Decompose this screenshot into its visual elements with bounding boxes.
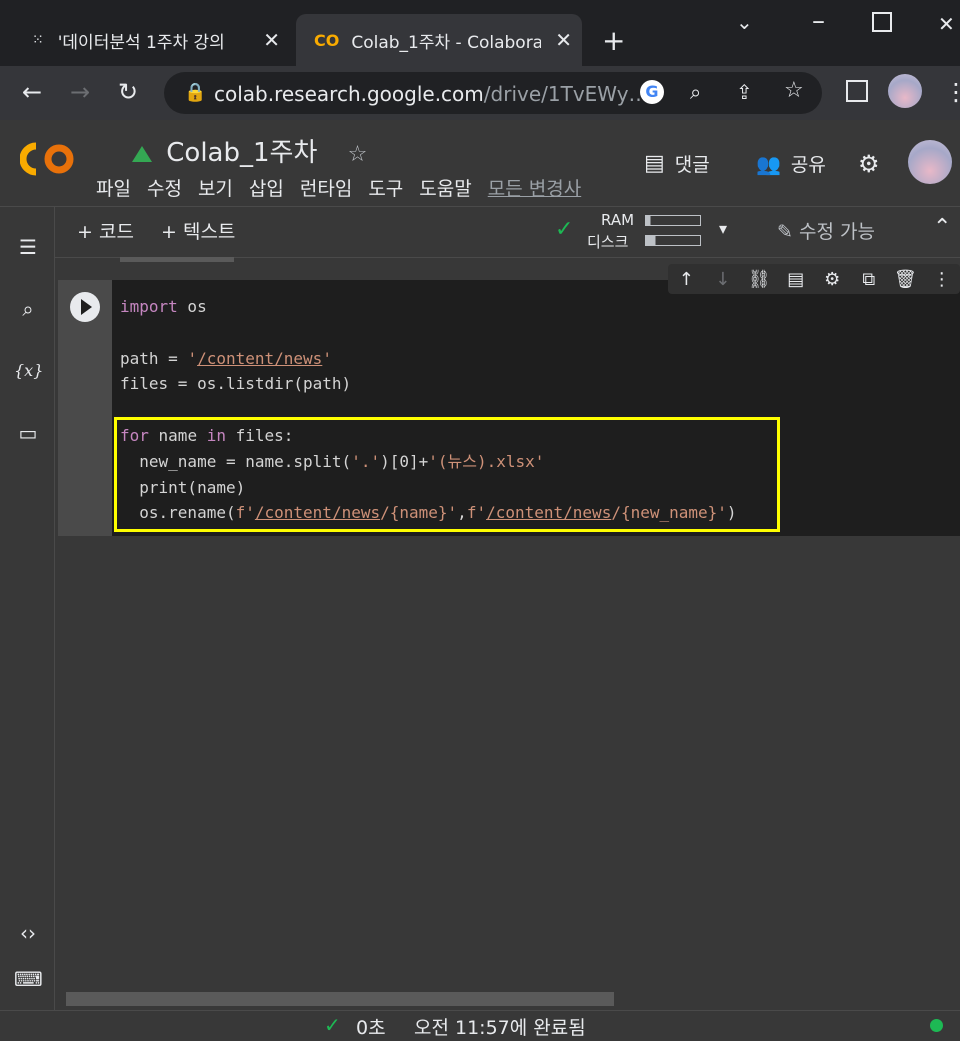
files-folder-icon[interactable]: ▭ <box>14 419 42 447</box>
completion-time: 오전 11:57에 완료됨 <box>414 1017 586 1039</box>
disk-bar <box>645 235 701 246</box>
window-close-icon[interactable]: ✕ <box>938 12 955 36</box>
cell-gutter <box>58 280 112 536</box>
connection-status-dot[interactable] <box>930 1019 943 1032</box>
tab-title: '데이터분석 1주차 강의 <box>57 32 225 53</box>
reload-icon[interactable]: ↻ <box>118 78 138 106</box>
add-text-button[interactable]: + 텍스트 <box>161 217 235 244</box>
comments-label: 댓글 <box>674 154 710 176</box>
runtime-dropdown-icon[interactable]: ▾ <box>719 219 727 238</box>
status-bar: ✓ 0초 오전 11:57에 완료됨 <box>0 1010 960 1041</box>
top-scroll-indicator <box>120 257 234 262</box>
more-menu-icon[interactable]: ⋮ <box>944 78 960 106</box>
menu-file[interactable]: 파일 <box>96 174 131 201</box>
edit-mode-label: 수정 가능 <box>798 221 875 243</box>
ram-bar <box>645 215 701 226</box>
ram-label: RAM <box>601 211 635 229</box>
close-tab-icon[interactable]: ✕ <box>263 28 280 52</box>
comment-cell-icon[interactable]: ▤ <box>784 269 808 290</box>
people-icon: 👥 <box>756 151 781 176</box>
command-palette-icon[interactable]: ⌨ <box>14 965 43 993</box>
move-up-icon[interactable]: ↑ <box>674 269 698 290</box>
disk-label: 디스크 <box>587 233 629 251</box>
profile-avatar[interactable] <box>888 74 922 108</box>
cell-settings-icon[interactable]: ⚙ <box>820 269 844 290</box>
back-icon[interactable]: ← <box>22 78 42 106</box>
all-changes-saved-link[interactable]: 모든 변경사 <box>488 174 581 201</box>
success-check-icon: ✓ <box>324 1013 341 1037</box>
share-page-icon[interactable]: ⇪ <box>736 80 753 104</box>
notebook-title[interactable]: Colab_1주차 <box>166 138 317 168</box>
connected-check-icon: ✓ <box>555 217 574 242</box>
star-icon[interactable]: ☆ <box>348 142 368 167</box>
side-panel-icon[interactable] <box>846 80 868 102</box>
zoom-icon[interactable]: ⌕ <box>690 80 701 104</box>
browser-toolbar: ← → ↻ 🔒 colab.research.google.com/drive/… <box>0 66 960 120</box>
tab-lecture[interactable]: ⁙ '데이터분석 1주차 강의 ✕ <box>22 14 290 66</box>
highlight-box <box>114 417 780 532</box>
minimize-icon[interactable]: – <box>812 6 825 36</box>
lock-icon: 🔒 <box>184 82 207 103</box>
left-sidebar: ☰ ⌕ {x} ▭ ‹› ⌨ <box>0 207 55 1010</box>
horizontal-scrollbar[interactable] <box>66 992 614 1006</box>
tab-colab[interactable]: CO Colab_1주차 - Colabora ✕ <box>296 14 582 66</box>
tab-search-icon[interactable]: ⌄ <box>736 10 753 34</box>
colab-logo <box>20 142 74 176</box>
table-of-contents-icon[interactable]: ☰ <box>14 233 42 261</box>
google-icon[interactable]: G <box>640 80 664 104</box>
code-line: path = '/content/news' <box>120 348 332 368</box>
menu-tools[interactable]: 도구 <box>368 174 403 201</box>
menu-bar: 파일 수정 보기 삽입 런타임 도구 도움말 모든 변경사 <box>96 174 581 201</box>
code-snippets-icon[interactable]: ‹› <box>14 919 42 947</box>
forward-icon[interactable]: → <box>70 78 90 106</box>
code-cell[interactable]: import os path = '/content/news' files =… <box>58 280 960 536</box>
link-icon[interactable]: ⛓ <box>747 269 771 290</box>
delete-icon[interactable]: 🗑 <box>893 269 917 290</box>
tab-title: Colab_1주차 - Colabora <box>351 32 542 53</box>
notion-icon: ⁙ <box>32 32 44 48</box>
close-tab-icon[interactable]: ✕ <box>555 28 572 52</box>
share-button[interactable]: 👥 공유 <box>756 150 826 177</box>
pencil-icon: ✎ <box>777 221 793 243</box>
share-label: 공유 <box>790 154 826 176</box>
search-icon[interactable]: ⌕ <box>14 295 42 323</box>
menu-view[interactable]: 보기 <box>198 174 233 201</box>
address-bar[interactable]: 🔒 colab.research.google.com/drive/1TvEWy… <box>164 72 822 114</box>
elapsed-time: 0초 <box>356 1017 386 1039</box>
colab-icon: CO <box>314 30 340 50</box>
play-icon <box>81 299 92 315</box>
menu-runtime[interactable]: 런타임 <box>300 174 352 201</box>
settings-gear-icon[interactable]: ⚙ <box>858 150 880 178</box>
code-line: import os <box>120 297 207 316</box>
notebook-toolbar: + 코드 + 텍스트 ✓ RAM 디스크 ▾ ✎ 수정 가능 ⌃ <box>55 207 960 258</box>
mirror-cell-icon[interactable]: ⧉ <box>857 269 881 290</box>
collapse-header-icon[interactable]: ⌃ <box>933 215 951 240</box>
comment-icon: ▤ <box>644 151 665 176</box>
cell-toolbar: ↑ ↓ ⛓ ▤ ⚙ ⧉ 🗑 ⋮ <box>668 264 960 294</box>
tab-strip: ⁙ '데이터분석 1주차 강의 ✕ CO Colab_1주차 - Colabor… <box>0 0 960 66</box>
drive-icon <box>132 145 152 162</box>
url-text: colab.research.google.com/drive/1TvEWy… <box>214 82 649 106</box>
variables-icon[interactable]: {x} <box>14 357 43 385</box>
menu-insert[interactable]: 삽입 <box>249 174 284 201</box>
maximize-icon[interactable] <box>872 12 892 32</box>
edit-mode-button[interactable]: ✎ 수정 가능 <box>777 217 875 244</box>
menu-help[interactable]: 도움말 <box>419 174 471 201</box>
comments-button[interactable]: ▤ 댓글 <box>644 150 710 177</box>
account-avatar[interactable] <box>908 140 952 184</box>
colab-header: Colab_1주차 ☆ 파일 수정 보기 삽입 런타임 도구 도움말 모든 변경… <box>0 120 960 207</box>
move-down-icon[interactable]: ↓ <box>711 269 735 290</box>
menu-edit[interactable]: 수정 <box>147 174 182 201</box>
more-options-icon[interactable]: ⋮ <box>930 269 954 290</box>
add-code-button[interactable]: + 코드 <box>77 217 134 244</box>
bookmark-star-icon[interactable]: ☆ <box>784 78 804 103</box>
notebook-title-area: Colab_1주차 ☆ <box>132 132 367 169</box>
code-line: files = os.listdir(path) <box>120 374 352 394</box>
new-tab-button[interactable]: + <box>602 24 625 57</box>
run-cell-button[interactable] <box>70 292 100 322</box>
resource-monitor[interactable]: RAM 디스크 <box>585 211 775 251</box>
